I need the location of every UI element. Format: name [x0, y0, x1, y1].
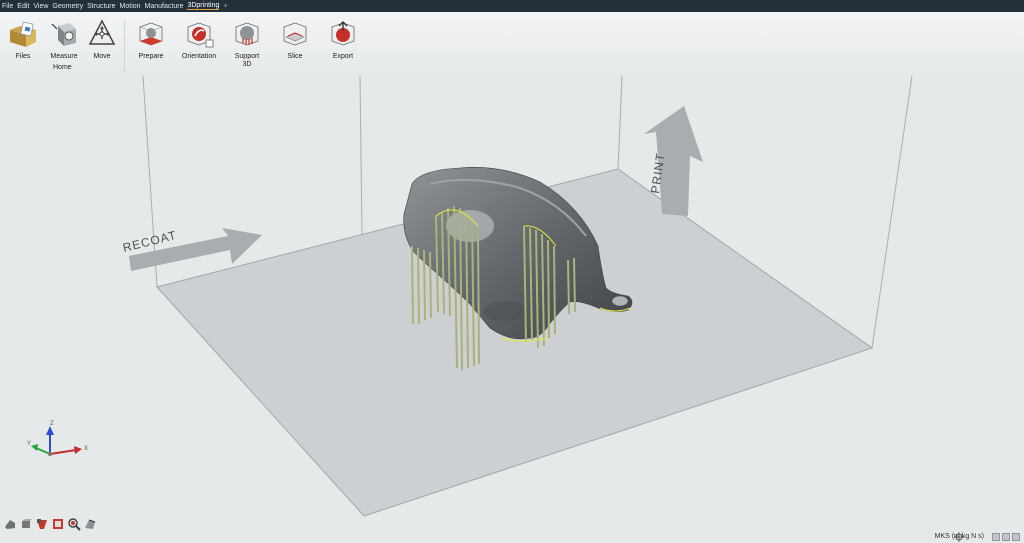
move-icon	[88, 19, 116, 45]
support-icon	[235, 22, 259, 46]
add-ribbon-button[interactable]: +	[223, 2, 228, 10]
tray-button[interactable]	[992, 533, 1000, 541]
prepare-label: Prepare	[138, 53, 164, 60]
status-tray	[992, 533, 1020, 541]
triad-x-label: X	[84, 446, 88, 452]
view-orient-icon[interactable]	[19, 517, 33, 531]
menu-file[interactable]: File	[2, 3, 13, 10]
ribbon-separator	[124, 20, 125, 72]
support-label: Support	[234, 53, 260, 60]
slice-label: Slice	[287, 53, 303, 60]
menu-manufacture[interactable]: Manufacture	[145, 3, 184, 10]
export-label: Export	[332, 53, 354, 60]
prepare-button[interactable]: Prepare	[129, 18, 173, 61]
view-toolbar	[3, 517, 97, 531]
menu-3dprinting[interactable]: 3Dprinting	[187, 2, 220, 10]
orientation-icon	[187, 22, 214, 48]
folder-files-icon	[10, 21, 36, 47]
support-3d-button[interactable]: Support 3D	[225, 18, 269, 69]
orientation-label: Orientation	[181, 53, 217, 60]
zoom-icon[interactable]	[67, 517, 81, 531]
measure-icon	[51, 23, 76, 46]
slice-button[interactable]: Slice	[273, 18, 317, 61]
ribbon: Files Measure Move Home Prepare Orientat…	[0, 12, 1024, 76]
menu-view[interactable]: View	[33, 3, 48, 10]
viewport-3d[interactable]: RECOAT PRINT Z Y X	[0, 76, 1024, 531]
prepare-icon	[139, 22, 163, 46]
export-icon	[331, 21, 355, 46]
status-bar: MKS (m kg N s)	[0, 531, 1024, 543]
move-label: Move	[93, 53, 111, 60]
view-fit-icon[interactable]	[51, 517, 65, 531]
triad-y-label: Y	[27, 441, 31, 447]
support-sub-label: 3D	[242, 61, 252, 68]
orientation-button[interactable]: Orientation	[177, 18, 221, 61]
menu-bar: File Edit View Geometry Structure Motion…	[0, 0, 1024, 12]
triad-z-label: Z	[50, 421, 54, 427]
export-button[interactable]: Export	[321, 18, 365, 61]
home-group-label: Home	[53, 64, 72, 71]
move-button[interactable]: Move	[80, 18, 124, 61]
view-render-icon[interactable]	[83, 517, 97, 531]
axis-triad[interactable]	[31, 426, 82, 456]
files-button[interactable]: Files	[1, 18, 45, 61]
view-shaded-icon[interactable]	[3, 517, 17, 531]
view-section-icon[interactable]	[35, 517, 49, 531]
menu-edit[interactable]: Edit	[17, 3, 29, 10]
slice-icon	[283, 22, 307, 46]
menu-structure[interactable]: Structure	[87, 3, 115, 10]
tray-button[interactable]	[1012, 533, 1020, 541]
menu-geometry[interactable]: Geometry	[52, 3, 83, 10]
files-label: Files	[15, 53, 31, 60]
tray-button[interactable]	[1002, 533, 1010, 541]
menu-motion[interactable]: Motion	[120, 3, 141, 10]
units-label[interactable]: MKS (m kg N s)	[935, 533, 984, 540]
